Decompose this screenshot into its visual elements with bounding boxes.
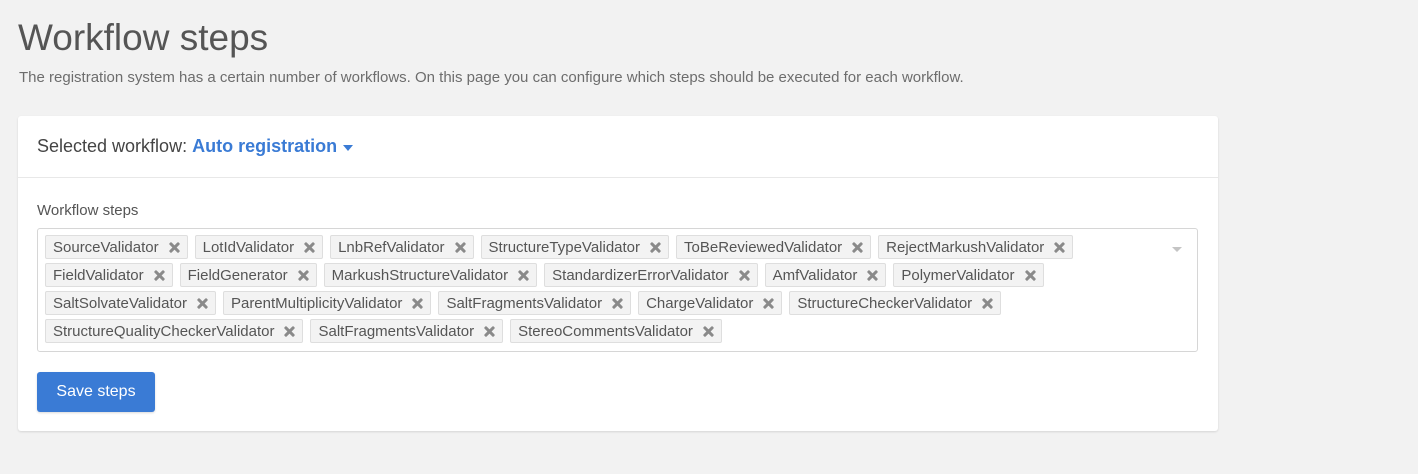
- card-header: Selected workflow: Auto registration: [18, 116, 1218, 178]
- page: Workflow steps The registration system h…: [0, 0, 1418, 474]
- step-tag-label: SaltFragmentsValidator: [446, 294, 603, 312]
- step-tag-label: FieldValidator: [53, 266, 144, 284]
- step-tag-label: StereoCommentsValidator: [518, 322, 693, 340]
- step-tag-label: SaltSolvateValidator: [53, 294, 187, 312]
- remove-step-close-icon[interactable]: [866, 269, 879, 282]
- step-tag: SaltFragmentsValidator: [310, 319, 504, 343]
- step-tag: ChargeValidator: [638, 291, 783, 315]
- remove-step-close-icon[interactable]: [738, 269, 751, 282]
- save-steps-button[interactable]: Save steps: [37, 372, 155, 412]
- step-tag-label: LotIdValidator: [202, 238, 295, 256]
- step-tag: AmfValidator: [764, 263, 887, 287]
- step-tag-label: SourceValidator: [53, 238, 159, 256]
- step-tag: ParentMultiplicityValidator: [222, 291, 432, 315]
- remove-step-close-icon[interactable]: [981, 297, 994, 310]
- remove-step-close-icon[interactable]: [762, 297, 775, 310]
- selected-workflow-value: Auto registration: [192, 136, 338, 156]
- step-tag: StructureQualityCheckerValidator: [45, 319, 304, 343]
- workflow-steps-input[interactable]: SourceValidator LotIdValidator LnbRefValid…: [37, 228, 1198, 352]
- workflow-steps-tag-list: SourceValidator LotIdValidator LnbRefValid…: [45, 235, 1157, 347]
- step-tag-label: StandardizerErrorValidator: [552, 266, 729, 284]
- step-tag: StandardizerErrorValidator: [544, 263, 758, 287]
- remove-step-close-icon[interactable]: [649, 241, 662, 254]
- step-tag: RejectMarkushValidator: [878, 235, 1074, 259]
- step-tag-label: SaltFragmentsValidator: [318, 322, 475, 340]
- step-tag-label: ChargeValidator: [646, 294, 754, 312]
- step-tag-label: LnbRefValidator: [338, 238, 445, 256]
- remove-step-close-icon[interactable]: [483, 325, 496, 338]
- remove-step-close-icon[interactable]: [196, 297, 209, 310]
- remove-step-close-icon[interactable]: [517, 269, 530, 282]
- caret-down-icon: [343, 144, 354, 151]
- step-tag-label: StructureQualityCheckerValidator: [53, 322, 275, 340]
- remove-step-close-icon[interactable]: [611, 297, 624, 310]
- remove-step-close-icon[interactable]: [411, 297, 424, 310]
- step-tag: SaltSolvateValidator: [45, 291, 216, 315]
- step-tag-label: RejectMarkushValidator: [886, 238, 1045, 256]
- remove-step-close-icon[interactable]: [702, 325, 715, 338]
- page-description: The registration system has a certain nu…: [19, 69, 964, 86]
- remove-step-close-icon[interactable]: [153, 269, 166, 282]
- step-tag: LnbRefValidator: [330, 235, 474, 259]
- step-tag: FieldValidator: [45, 263, 173, 287]
- remove-step-close-icon[interactable]: [297, 269, 310, 282]
- remove-step-close-icon[interactable]: [1053, 241, 1066, 254]
- step-tag: StructureCheckerValidator: [789, 291, 1002, 315]
- workflow-steps-label: Workflow steps: [37, 202, 139, 219]
- step-tag: PolymerValidator: [893, 263, 1044, 287]
- step-tag-label: StructureTypeValidator: [488, 238, 641, 256]
- step-tag: ToBeReviewedValidator: [676, 235, 872, 259]
- workflow-selector[interactable]: Auto registration: [192, 136, 354, 157]
- step-tag-label: ParentMultiplicityValidator: [230, 294, 403, 312]
- chevron-down-icon[interactable]: [1172, 247, 1182, 252]
- remove-step-close-icon[interactable]: [303, 241, 316, 254]
- step-tag-label: StructureCheckerValidator: [797, 294, 973, 312]
- remove-step-close-icon[interactable]: [1024, 269, 1037, 282]
- step-tag-label: MarkushStructureValidator: [331, 266, 509, 284]
- selected-workflow-label: Selected workflow:: [37, 136, 188, 156]
- remove-step-close-icon[interactable]: [851, 241, 864, 254]
- step-tag: MarkushStructureValidator: [323, 263, 538, 287]
- step-tag: SaltFragmentsValidator: [438, 291, 632, 315]
- step-tag-label: AmfValidator: [772, 266, 858, 284]
- step-tag: StructureTypeValidator: [480, 235, 670, 259]
- remove-step-close-icon[interactable]: [283, 325, 296, 338]
- step-tag-label: PolymerValidator: [901, 266, 1015, 284]
- step-tag-label: FieldGenerator: [187, 266, 288, 284]
- step-tag: FieldGenerator: [179, 263, 317, 287]
- step-tag-label: ToBeReviewedValidator: [684, 238, 843, 256]
- remove-step-close-icon[interactable]: [454, 241, 467, 254]
- step-tag: SourceValidator: [45, 235, 188, 259]
- workflow-card: Selected workflow: Auto registration Wor…: [18, 116, 1218, 431]
- step-tag: LotIdValidator: [194, 235, 324, 259]
- page-title: Workflow steps: [18, 17, 269, 58]
- step-tag: StereoCommentsValidator: [510, 319, 722, 343]
- remove-step-close-icon[interactable]: [168, 241, 181, 254]
